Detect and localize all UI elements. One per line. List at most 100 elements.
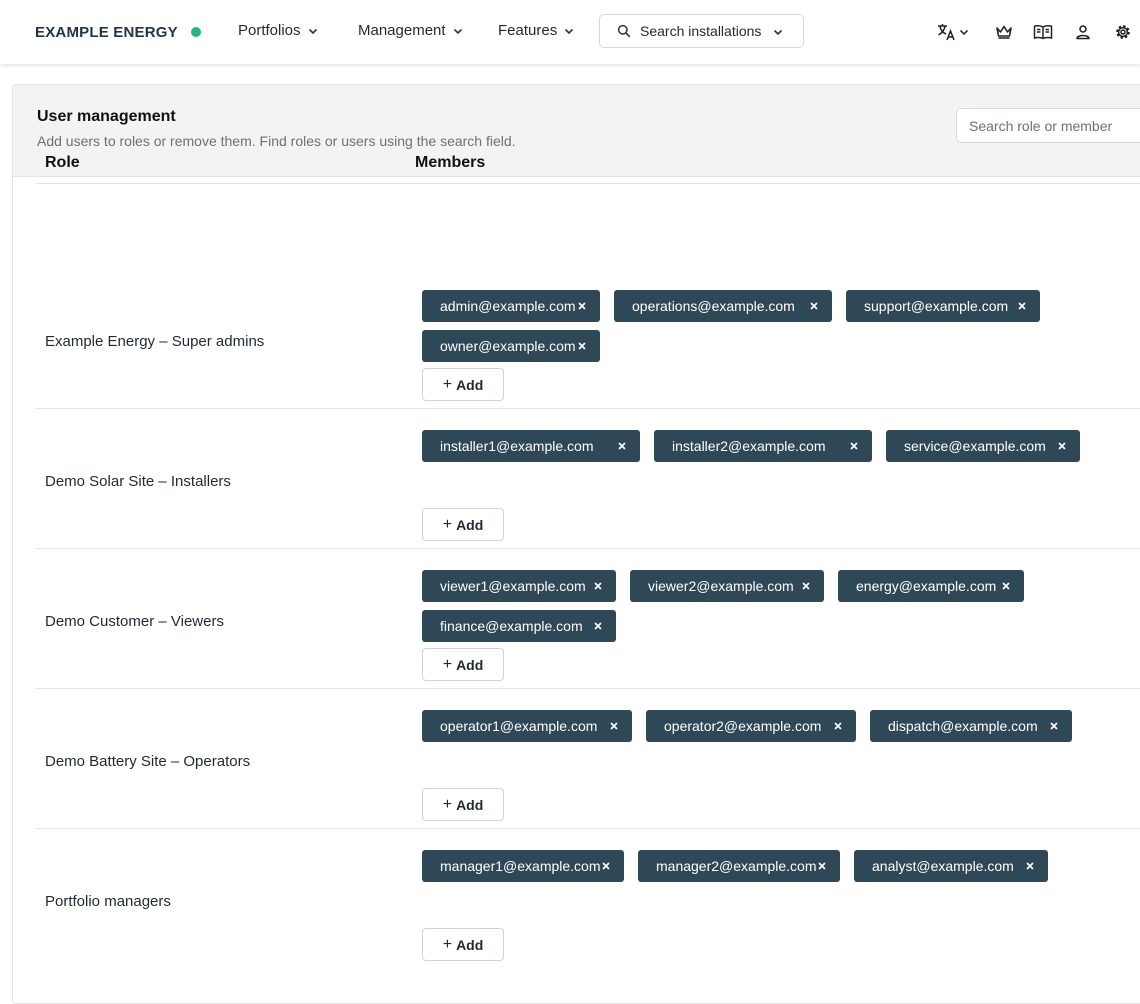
- member-chip: operator2@example.com: [646, 710, 856, 742]
- member-email: support@example.com: [864, 298, 1009, 314]
- status-indicator: [191, 27, 201, 37]
- menu-features[interactable]: Features: [498, 22, 575, 39]
- role-row: Example Energy – Super admins admin@exam…: [36, 268, 1140, 409]
- menu-portfolios[interactable]: Portfolios: [238, 22, 319, 39]
- chevron-down-icon: [453, 28, 462, 34]
- account-button[interactable]: [1071, 20, 1095, 44]
- member-email: admin@example.com: [440, 298, 576, 314]
- member-email: energy@example.com: [856, 578, 997, 594]
- settings-button[interactable]: [1111, 20, 1135, 44]
- member-chip: operator1@example.com: [422, 710, 632, 742]
- role-member-search-input[interactable]: [956, 108, 1140, 143]
- member-chip: owner@example.com: [422, 330, 600, 362]
- settings-icon: [1116, 25, 1130, 39]
- add-label: Add: [456, 376, 484, 393]
- member-email: installer2@example.com: [672, 438, 826, 454]
- member-chip: installer1@example.com: [422, 430, 640, 462]
- user-icon: [1076, 25, 1090, 40]
- search-icon: [617, 24, 631, 38]
- remove-member-button[interactable]: [616, 430, 628, 462]
- remove-member-button[interactable]: [1056, 430, 1068, 462]
- premium-button[interactable]: [992, 20, 1016, 44]
- remove-member-button[interactable]: [1024, 850, 1036, 882]
- role-name: Demo Battery Site – Operators: [45, 753, 251, 770]
- remove-member-button[interactable]: [832, 710, 844, 742]
- member-email: operator2@example.com: [664, 718, 822, 734]
- crown-icon: [996, 25, 1012, 39]
- close-icon: [578, 302, 586, 310]
- role-name: Example Energy – Super admins: [45, 333, 265, 350]
- member-email: operator1@example.com: [440, 718, 598, 734]
- remove-member-button[interactable]: [816, 850, 828, 882]
- menu-management[interactable]: Management: [358, 22, 464, 39]
- role-row: Portfolio managers manager1@example.com …: [36, 828, 1140, 968]
- add-member-button[interactable]: + Add: [422, 648, 504, 681]
- member-email: manager1@example.com: [440, 858, 601, 874]
- member-chip: viewer2@example.com: [630, 570, 824, 602]
- add-label: Add: [456, 656, 484, 673]
- member-chip: manager2@example.com: [638, 850, 840, 882]
- member-chip: operations@example.com: [614, 290, 832, 322]
- member-email: installer1@example.com: [440, 438, 594, 454]
- member-chip: energy@example.com: [838, 570, 1024, 602]
- translate-icon: [938, 24, 955, 41]
- book-icon: [1033, 25, 1053, 40]
- chevron-down-icon: [773, 29, 783, 36]
- add-member-button[interactable]: + Add: [422, 368, 504, 401]
- brand-logo[interactable]: EXAMPLE ENERGY: [35, 24, 178, 41]
- remove-member-button[interactable]: [1048, 710, 1060, 742]
- member-email: viewer2@example.com: [648, 578, 794, 594]
- member-email: manager2@example.com: [656, 858, 817, 874]
- remove-member-button[interactable]: [592, 610, 604, 642]
- chevron-down-icon: [308, 28, 317, 34]
- remove-member-button[interactable]: [800, 570, 812, 602]
- remove-member-button[interactable]: [576, 330, 588, 362]
- menu-label: Features: [498, 22, 558, 39]
- role-row: Demo Customer – Viewers viewer1@example.…: [36, 548, 1140, 689]
- add-label: Add: [456, 936, 484, 953]
- chevron-down-icon: [959, 29, 969, 36]
- column-header-role: Role: [45, 154, 80, 171]
- remove-member-button[interactable]: [1000, 570, 1012, 602]
- close-icon: [1018, 302, 1026, 310]
- language-selector[interactable]: [934, 20, 972, 44]
- menu-label: Management: [358, 22, 446, 39]
- role-row: Demo Battery Site – Operators operator1@…: [36, 688, 1140, 829]
- close-icon: [1058, 442, 1066, 450]
- member-chip: support@example.com: [846, 290, 1040, 322]
- documentation-button[interactable]: [1031, 20, 1055, 44]
- add-member-button[interactable]: + Add: [422, 788, 504, 821]
- close-icon: [594, 622, 602, 630]
- remove-member-button[interactable]: [600, 850, 612, 882]
- remove-member-button[interactable]: [1016, 290, 1028, 322]
- close-icon: [1002, 582, 1010, 590]
- remove-member-button[interactable]: [848, 430, 860, 462]
- close-icon: [610, 722, 618, 730]
- plus-icon: +: [442, 795, 453, 813]
- remove-member-button[interactable]: [592, 570, 604, 602]
- add-member-button[interactable]: + Add: [422, 508, 504, 541]
- close-icon: [802, 582, 810, 590]
- close-icon: [818, 862, 826, 870]
- chevron-down-icon: [565, 28, 574, 34]
- close-icon: [618, 442, 626, 450]
- add-label: Add: [456, 796, 484, 813]
- remove-member-button[interactable]: [608, 710, 620, 742]
- installation-search-dropdown[interactable]: Search installations: [599, 14, 804, 48]
- member-email: owner@example.com: [440, 338, 576, 354]
- member-chip: service@example.com: [886, 430, 1080, 462]
- close-icon: [834, 722, 842, 730]
- close-icon: [594, 582, 602, 590]
- top-navigation-bar: EXAMPLE ENERGY Portfolios Management Fea…: [0, 0, 1140, 64]
- search-installations-label: Search installations: [640, 23, 762, 39]
- plus-icon: +: [442, 515, 453, 533]
- role-row: Demo Solar Site – Installers installer1@…: [36, 408, 1140, 549]
- page-subtitle: Add users to roles or remove them. Find …: [37, 133, 516, 149]
- close-icon: [810, 302, 818, 310]
- header-divider: [36, 183, 1140, 184]
- remove-member-button[interactable]: [576, 290, 588, 322]
- member-chip: finance@example.com: [422, 610, 616, 642]
- add-member-button[interactable]: + Add: [422, 928, 504, 961]
- member-email: analyst@example.com: [872, 858, 1014, 874]
- remove-member-button[interactable]: [808, 290, 820, 322]
